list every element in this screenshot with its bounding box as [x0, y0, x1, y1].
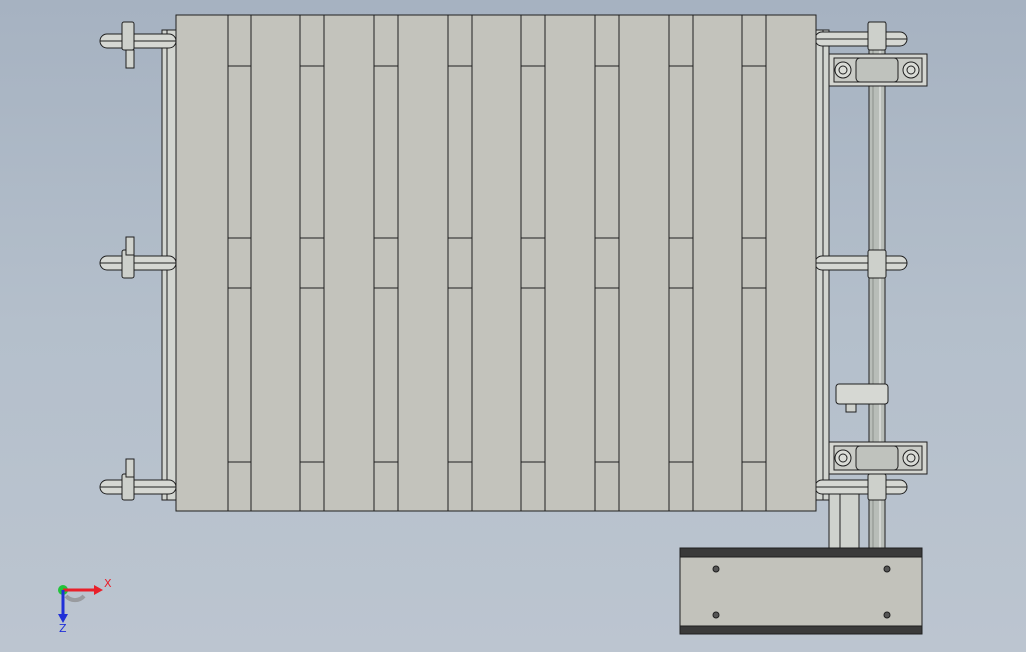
right-sprocket-top [814, 21, 908, 51]
z-axis-arrow-icon [58, 590, 68, 623]
support-post [828, 489, 860, 549]
z-axis-label: Z [59, 622, 67, 635]
bearing-block-bottom [828, 441, 928, 475]
orientation-triad: X Z [58, 577, 112, 635]
bearing-block-top [828, 53, 928, 87]
x-axis-arrow-icon [63, 585, 103, 595]
x-axis-label: X [104, 577, 112, 590]
graphics-viewport[interactable]: X Z [0, 0, 1026, 652]
chain-conveyor-top-view[interactable] [99, 14, 928, 635]
conveyor-slat-deck [175, 14, 817, 512]
motor-housing [679, 547, 923, 635]
